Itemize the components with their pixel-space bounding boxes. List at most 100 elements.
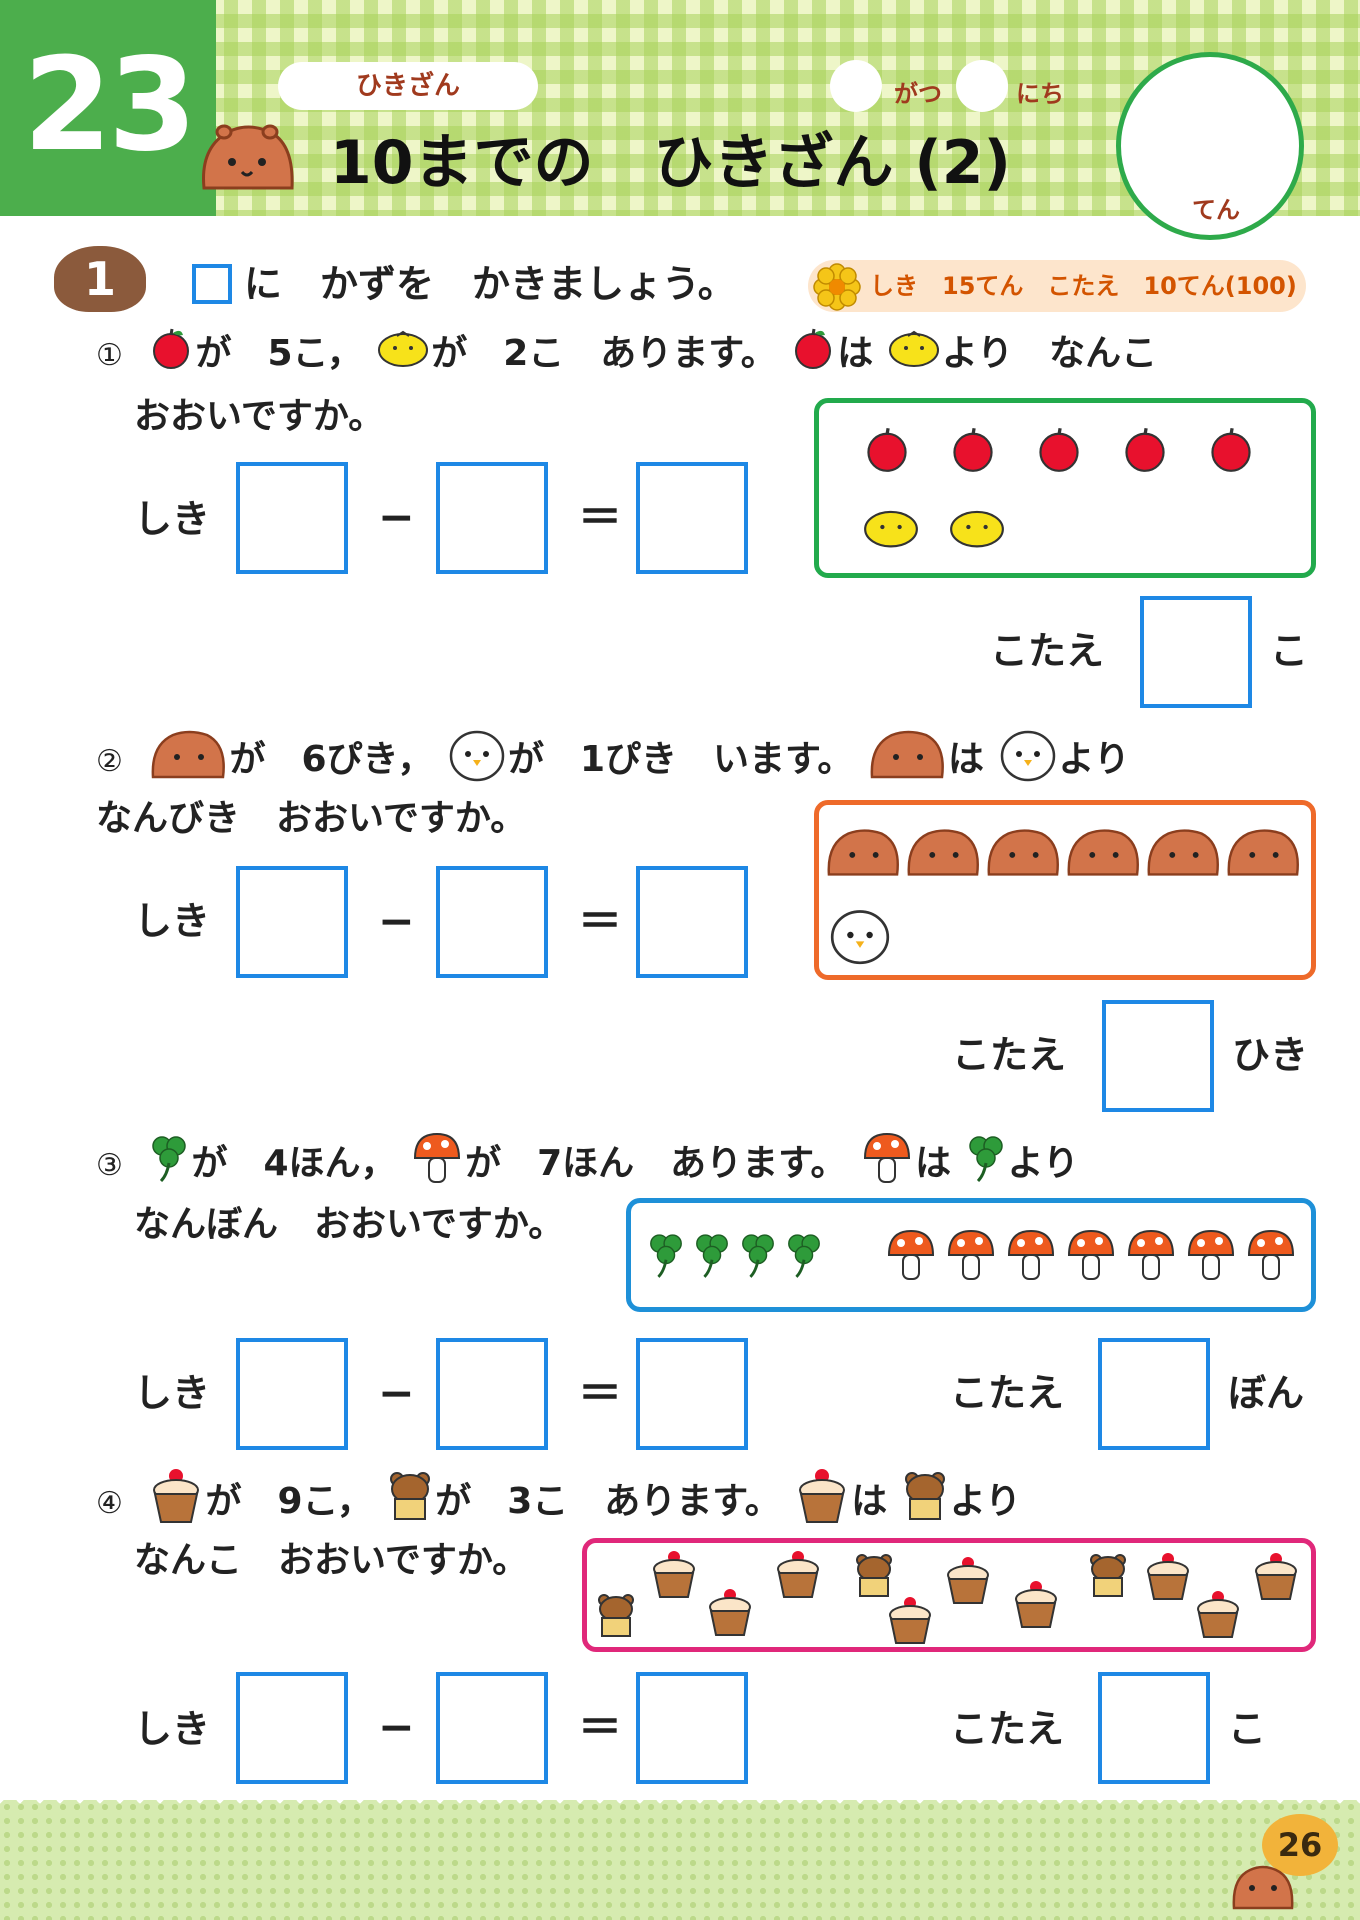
bear-bread-icon — [598, 1594, 634, 1637]
minus-sign: − — [378, 896, 415, 947]
capybara-icon — [1067, 829, 1139, 876]
yuzu-icon — [950, 510, 1004, 548]
q1-minuend-box[interactable] — [236, 462, 348, 574]
minus-sign: − — [378, 1702, 415, 1753]
clover-icon — [742, 1234, 774, 1278]
clover-icon — [696, 1234, 728, 1278]
apple-icon — [953, 428, 993, 472]
question-2-mark: ② — [96, 744, 123, 779]
equals-sign: ＝ — [578, 1368, 622, 1419]
chick-icon — [448, 726, 506, 796]
month-input[interactable] — [830, 60, 882, 112]
mushroom-icon — [411, 1130, 463, 1200]
cupcake-icon — [947, 1556, 989, 1604]
cupcake-icon — [1147, 1552, 1189, 1600]
clover-icon — [966, 1133, 1006, 1197]
cupcake-icon — [653, 1550, 695, 1598]
question-2-line2: なんびき おおいですか。 — [96, 798, 527, 839]
blank-box-sample — [192, 264, 232, 304]
kotae-label: こたえ — [950, 1707, 1065, 1751]
q2-minuend-box[interactable] — [236, 866, 348, 978]
capybara-icon — [149, 727, 227, 795]
q1-answer-box[interactable] — [1140, 596, 1252, 708]
question-4-line2: なんこ おおいですか。 — [134, 1540, 529, 1581]
points-text: しき 15てん こたえ 10てん(100) — [870, 272, 1297, 300]
q2-unit: ひき — [1232, 1033, 1309, 1077]
footer-band — [0, 1800, 1360, 1920]
q3-result-box[interactable] — [636, 1338, 748, 1450]
capybara-icon — [868, 727, 946, 795]
chick-icon — [999, 726, 1057, 796]
q3-subtrahend-box[interactable] — [436, 1338, 548, 1450]
yuzu-icon — [888, 328, 940, 382]
capybara-mascot-icon — [198, 118, 296, 198]
question-3-line2: なんぼん おおいですか。 — [134, 1204, 565, 1245]
bear-bread-icon — [387, 1471, 433, 1535]
equals-sign: ＝ — [578, 492, 622, 543]
clover-icon — [149, 1133, 189, 1197]
mushroom-icon — [1127, 1229, 1175, 1280]
q1-unit: こ — [1270, 629, 1309, 673]
q4-answer-box[interactable] — [1098, 1672, 1210, 1784]
kotae-label: こたえ — [950, 1371, 1065, 1415]
question-1-picture-frame — [814, 398, 1316, 578]
footer-zigzag-edge — [0, 1784, 1360, 1804]
capybara-icon — [1227, 829, 1299, 876]
q4-result-box[interactable] — [636, 1672, 748, 1784]
cupcake-icon — [149, 1466, 203, 1540]
mushroom-icon — [947, 1229, 995, 1280]
flower-icon — [812, 262, 862, 316]
q3-answer-box[interactable] — [1098, 1338, 1210, 1450]
page-title: 10までの ひきざん (2) — [330, 128, 1011, 198]
chick-icon — [830, 910, 890, 965]
month-label: がつ — [894, 80, 942, 108]
q3-minuend-box[interactable] — [236, 1338, 348, 1450]
question-4-line1: ④ が 9こ， が 3こ あります。 は より — [96, 1466, 1021, 1540]
bear-bread-icon — [1090, 1554, 1126, 1597]
question-2-picture-frame — [814, 800, 1316, 980]
cakes-and-breads-illustration — [598, 1550, 1297, 1644]
kotae-label: こたえ — [952, 1033, 1067, 1077]
capybara-icon — [827, 829, 899, 876]
capybara-icon — [987, 829, 1059, 876]
mushroom-icon — [861, 1130, 913, 1200]
day-label: にち — [1016, 80, 1064, 108]
shiki-label: しき — [134, 497, 211, 541]
equals-sign: ＝ — [578, 896, 622, 947]
minus-sign: − — [378, 492, 415, 543]
equals-sign: ＝ — [578, 1702, 622, 1753]
q1-subtrahend-box[interactable] — [436, 462, 548, 574]
cupcake-icon — [1015, 1580, 1057, 1628]
capybara-row — [825, 825, 1301, 879]
apple-row — [863, 425, 1255, 473]
clover-icon — [650, 1234, 682, 1278]
q4-minuend-box[interactable] — [236, 1672, 348, 1784]
question-1-line2: おおいですか。 — [134, 396, 385, 437]
bear-bread-icon — [856, 1554, 892, 1597]
capybara-icon — [907, 829, 979, 876]
minus-sign: − — [378, 1368, 415, 1419]
q2-result-box[interactable] — [636, 866, 748, 978]
q2-answer-box[interactable] — [1102, 1000, 1214, 1112]
instruction-text: に かずを かきましょう。 — [244, 262, 736, 306]
apple-icon — [149, 326, 193, 384]
q2-subtrahend-box[interactable] — [436, 866, 548, 978]
q4-unit: こ — [1228, 1707, 1267, 1751]
mushroom-icon — [1187, 1229, 1235, 1280]
cupcake-icon — [795, 1466, 849, 1540]
question-1-mark: ① — [96, 338, 123, 373]
capybara-icon — [1147, 829, 1219, 876]
question-3-line1: ③ が 4ほん， が 7ほん あります。 は より — [96, 1130, 1079, 1200]
question-3-mark: ③ — [96, 1148, 123, 1183]
q4-subtrahend-box[interactable] — [436, 1672, 548, 1784]
apple-icon — [1039, 428, 1079, 472]
question-4-picture-frame — [582, 1538, 1316, 1652]
clover-icon — [788, 1234, 820, 1278]
mushroom-icon — [1067, 1229, 1115, 1280]
question-4-mark: ④ — [96, 1486, 123, 1521]
q3-unit: ぼん — [1228, 1371, 1305, 1415]
day-input[interactable] — [956, 60, 1008, 112]
q1-result-box[interactable] — [636, 462, 748, 574]
question-1-line1: ① が 5こ， が 2こ あります。 は より なんこ — [96, 326, 1157, 384]
clover-row — [647, 1231, 823, 1279]
